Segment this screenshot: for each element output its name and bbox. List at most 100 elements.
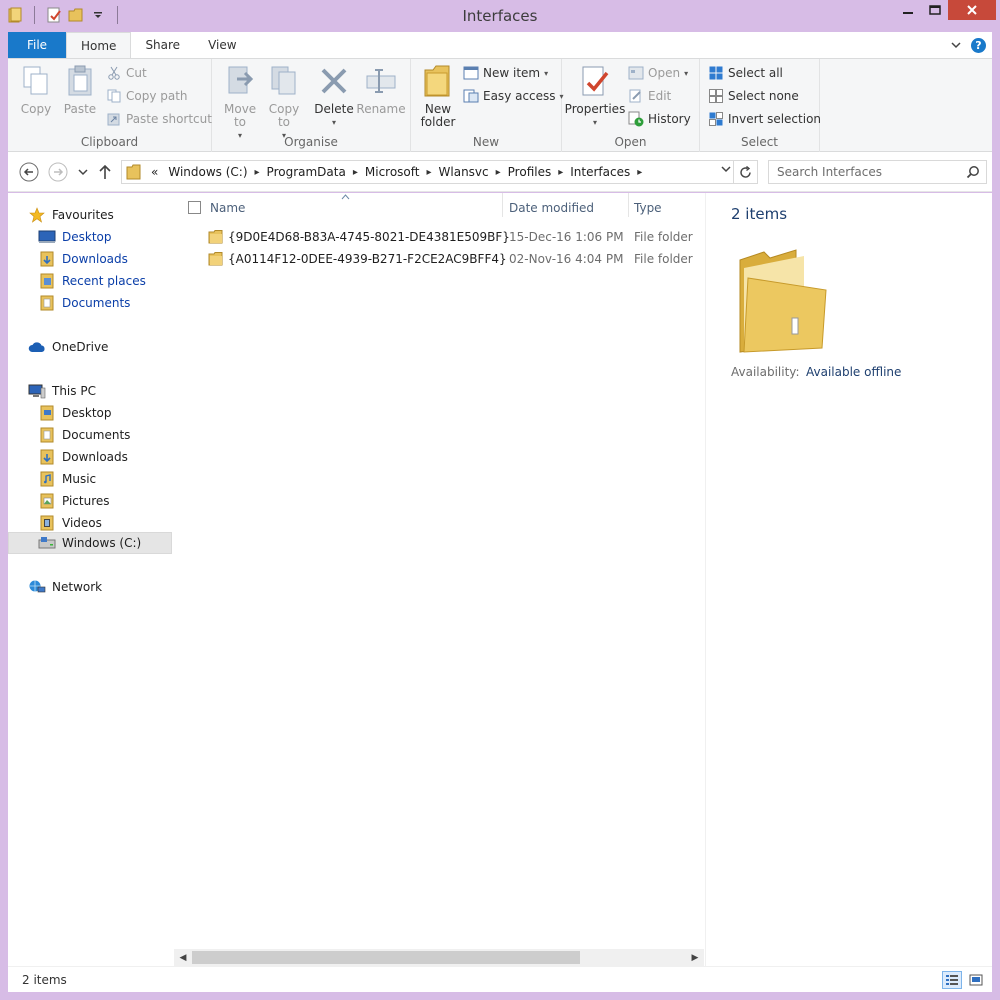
history-button[interactable]: History: [628, 109, 691, 129]
large-icons-view-button[interactable]: [966, 971, 986, 989]
paste-shortcut-icon: [106, 111, 122, 127]
column-separator[interactable]: [502, 193, 503, 217]
organise-group-label: Organise: [284, 135, 338, 149]
tab-file[interactable]: File: [8, 32, 66, 58]
refresh-button[interactable]: [733, 161, 757, 183]
paste-button[interactable]: Paste: [60, 63, 100, 116]
recent-locations-button[interactable]: [72, 161, 94, 183]
search-box[interactable]: [768, 160, 987, 184]
scroll-left-icon[interactable]: ◀: [176, 951, 190, 964]
nav-pc-downloads[interactable]: Downloads: [8, 446, 174, 468]
type-cell: File folder: [634, 252, 693, 266]
minimize-icon: [902, 12, 913, 14]
nav-pc-music[interactable]: Music: [8, 468, 174, 490]
nav-this-pc[interactable]: This PC: [8, 380, 174, 402]
nav-onedrive[interactable]: OneDrive: [8, 336, 174, 358]
breadcrumb-separator-icon[interactable]: ▸: [635, 167, 644, 178]
easy-access-button[interactable]: Easy access ▾: [463, 86, 564, 106]
breadcrumb-separator-icon[interactable]: ▸: [351, 167, 360, 178]
close-button[interactable]: [948, 0, 996, 20]
search-input[interactable]: [777, 165, 957, 179]
edit-button[interactable]: Edit: [628, 86, 671, 106]
copy-path-button[interactable]: Copy path: [106, 86, 188, 106]
breadcrumb-interfaces[interactable]: Interfaces: [565, 165, 635, 179]
back-button[interactable]: [18, 161, 40, 183]
column-header-date-modified[interactable]: Date modified: [509, 193, 627, 223]
large-icons-view-icon: [969, 974, 983, 986]
nav-fav-documents[interactable]: Documents: [8, 292, 174, 314]
column-separator[interactable]: [628, 193, 629, 217]
explorer-window: Interfaces File Home Share View ? Copy P…: [0, 0, 1000, 1000]
table-row[interactable]: {A0114F12-0DEE-4939-B271-F2CE2AC9BFF4} 0…: [174, 249, 704, 271]
horizontal-scrollbar[interactable]: ◀ ▶: [174, 949, 704, 966]
navigation-bar: « Windows (C:) ▸ ProgramData ▸ Microsoft…: [8, 152, 992, 192]
back-arrow-icon: [19, 162, 39, 182]
nav-network[interactable]: Network: [8, 576, 174, 598]
select-all-button[interactable]: Select all: [708, 63, 783, 83]
column-header-type[interactable]: Type: [634, 193, 700, 223]
breadcrumb-overflow[interactable]: «: [146, 165, 163, 179]
breadcrumb-programdata[interactable]: ProgramData: [262, 165, 351, 179]
breadcrumb-separator-icon[interactable]: ▸: [494, 167, 503, 178]
minimize-button[interactable]: [894, 0, 921, 20]
nav-fav-downloads[interactable]: Downloads: [8, 248, 174, 270]
address-dropdown-icon[interactable]: [721, 165, 731, 176]
type-cell: File folder: [634, 230, 693, 244]
nav-favourites[interactable]: Favourites: [8, 204, 174, 226]
breadcrumb-separator-icon[interactable]: ▸: [424, 167, 433, 178]
star-icon: [28, 207, 46, 223]
paste-shortcut-button[interactable]: Paste shortcut: [106, 109, 212, 129]
tab-share[interactable]: Share: [131, 32, 194, 58]
copy-button[interactable]: Copy: [16, 63, 56, 116]
open-button[interactable]: Open ▾: [628, 63, 688, 83]
search-icon[interactable]: [966, 165, 980, 182]
new-folder-button[interactable]: New folder: [415, 63, 461, 129]
cut-button[interactable]: Cut: [106, 63, 147, 83]
up-button[interactable]: [94, 161, 116, 183]
nav-pc-desktop[interactable]: Desktop: [8, 402, 174, 424]
history-icon: [628, 111, 644, 127]
scroll-right-icon[interactable]: ▶: [688, 951, 702, 964]
ribbon: Copy Paste Cut Copy path Paste shortcut …: [8, 58, 992, 152]
breadcrumb-microsoft[interactable]: Microsoft: [360, 165, 425, 179]
dropdown-arrow-icon: ▾: [592, 118, 597, 127]
nav-pc-documents[interactable]: Documents: [8, 424, 174, 446]
breadcrumb-separator-icon[interactable]: ▸: [556, 167, 565, 178]
downloads-folder-icon: [38, 251, 56, 267]
nav-fav-desktop[interactable]: Desktop: [8, 226, 174, 248]
copy-to-button[interactable]: Copy to ▾: [264, 63, 304, 142]
delete-button[interactable]: Delete ▾: [312, 63, 356, 129]
breadcrumb-separator-icon[interactable]: ▸: [253, 167, 262, 178]
nav-pc-videos[interactable]: Videos: [8, 512, 174, 534]
move-to-button[interactable]: Move to ▾: [220, 63, 260, 142]
help-icon[interactable]: ?: [971, 37, 986, 53]
nav-pc-windows-c[interactable]: Windows (C:): [8, 532, 172, 554]
select-none-button[interactable]: Select none: [708, 86, 799, 106]
rename-button[interactable]: Rename: [356, 63, 406, 116]
cloud-icon: [28, 339, 46, 355]
nav-pc-pictures[interactable]: Pictures: [8, 490, 174, 512]
invert-selection-button[interactable]: Invert selection: [708, 109, 821, 129]
address-bar[interactable]: « Windows (C:) ▸ ProgramData ▸ Microsoft…: [121, 160, 758, 184]
chevron-down-icon[interactable]: [951, 38, 961, 52]
properties-button[interactable]: Properties ▾: [565, 63, 625, 129]
dropdown-arrow-icon: ▾: [684, 68, 689, 78]
open-group-label: Open: [614, 135, 647, 149]
forward-button[interactable]: [47, 161, 69, 183]
scrollbar-thumb[interactable]: [192, 951, 580, 964]
table-row[interactable]: {9D0E4D68-B83A-4745-8021-DE4381E509BF} 1…: [174, 227, 704, 249]
breadcrumb-windows-c[interactable]: Windows (C:): [163, 165, 252, 179]
column-header-name[interactable]: Name: [210, 193, 500, 223]
tab-view[interactable]: View: [194, 32, 250, 58]
delete-x-icon: [317, 63, 351, 99]
select-all-checkbox[interactable]: [188, 201, 201, 214]
tab-home[interactable]: Home: [66, 32, 132, 58]
nav-fav-recent-places[interactable]: Recent places: [8, 270, 174, 292]
breadcrumb-wlansvc[interactable]: Wlansvc: [434, 165, 494, 179]
breadcrumb-profiles[interactable]: Profiles: [503, 165, 557, 179]
new-item-button[interactable]: New item ▾: [463, 63, 548, 83]
chevron-down-icon: [78, 169, 88, 176]
maximize-button[interactable]: [921, 0, 948, 20]
select-group-label: Select: [740, 135, 779, 149]
details-view-button[interactable]: [942, 971, 962, 989]
